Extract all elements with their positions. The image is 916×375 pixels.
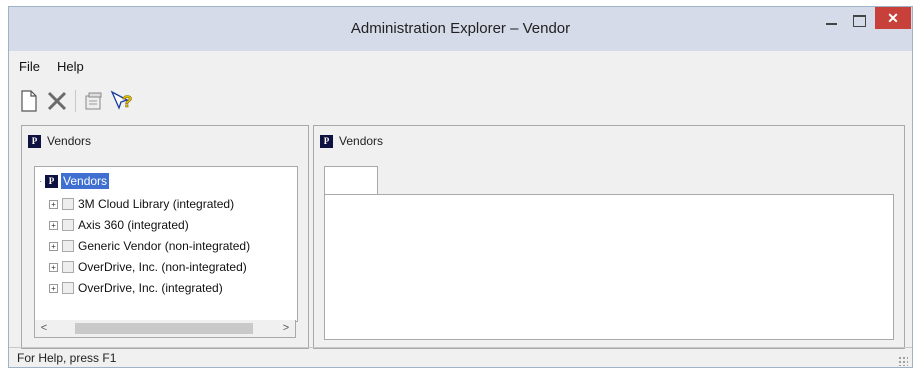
left-pane-title: Vendors — [47, 134, 92, 148]
vendor-icon — [62, 282, 74, 294]
expand-icon[interactable]: + — [49, 199, 58, 209]
svg-text:?: ? — [122, 92, 132, 111]
status-bar: For Help, press F1 — [9, 347, 912, 368]
tree-item-label: OverDrive, Inc. (non-integrated) — [78, 260, 247, 274]
tree-item[interactable]: + 3M Cloud Library (integrated) — [49, 197, 234, 211]
new-icon — [21, 90, 37, 112]
toolbar: ? — [15, 87, 136, 115]
help-pointer-icon: ? — [110, 90, 133, 111]
delete-icon — [47, 91, 67, 111]
tree-item-label: OverDrive, Inc. (integrated) — [78, 281, 223, 295]
window-title: Administration Explorer – Vendor — [350, 20, 571, 37]
right-pane-header: P Vendors — [320, 134, 383, 148]
vendor-icon — [62, 198, 74, 210]
scroll-left-icon[interactable]: < — [35, 320, 53, 337]
properties-button[interactable] — [80, 87, 108, 115]
tree-item-label: Generic Vendor (non-integrated) — [78, 239, 251, 253]
maximize-icon — [852, 15, 866, 27]
expand-icon[interactable]: + — [49, 220, 58, 230]
left-pane-header: P Vendors — [28, 134, 91, 148]
tree-item-label: 3M Cloud Library (integrated) — [78, 197, 235, 211]
help-button[interactable]: ? — [108, 87, 136, 115]
resize-grip-icon[interactable] — [898, 356, 908, 366]
new-button[interactable] — [15, 87, 43, 115]
vendor-icon — [62, 261, 74, 273]
properties-icon — [85, 92, 102, 110]
menu-file[interactable]: File — [19, 59, 40, 74]
vendors-root-icon: P — [45, 174, 58, 188]
empty-tab[interactable] — [324, 166, 378, 195]
vendors-icon: P — [28, 134, 41, 148]
right-pane: P Vendors — [313, 125, 905, 349]
toolbar-separator — [75, 90, 76, 112]
tree-root[interactable]: · P Vendors — [39, 173, 110, 189]
menu-bar: File Help — [19, 59, 84, 74]
minimize-icon — [825, 23, 837, 25]
scroll-thumb[interactable] — [75, 323, 253, 334]
expand-icon[interactable]: + — [49, 262, 58, 272]
tree-item[interactable]: + Axis 360 (integrated) — [49, 218, 189, 232]
tree-item-label: Axis 360 (integrated) — [78, 218, 189, 232]
left-pane: P Vendors · P Vendors + 3M Cloud Library… — [21, 125, 309, 349]
tree-item[interactable]: + OverDrive, Inc. (integrated) — [49, 281, 223, 295]
expand-icon[interactable]: + — [49, 241, 58, 251]
vendor-icon — [62, 240, 74, 252]
tree-root-label: Vendors — [61, 173, 110, 189]
minimize-button[interactable] — [817, 7, 845, 35]
root-line-icon: · — [39, 176, 42, 186]
expand-icon[interactable]: + — [49, 283, 58, 293]
menu-help[interactable]: Help — [57, 59, 84, 74]
admin-explorer-window: Administration Explorer – Vendor ✕ File … — [8, 6, 913, 368]
delete-button[interactable] — [43, 87, 71, 115]
horizontal-scrollbar[interactable]: < > — [34, 320, 296, 338]
status-text: For Help, press F1 — [17, 351, 117, 365]
close-button[interactable]: ✕ — [875, 7, 911, 29]
vendor-icon — [62, 219, 74, 231]
maximize-button[interactable] — [845, 7, 873, 35]
tree-item[interactable]: + Generic Vendor (non-integrated) — [49, 239, 250, 253]
scroll-right-icon[interactable]: > — [277, 320, 295, 337]
close-icon: ✕ — [887, 9, 899, 26]
title-bar[interactable]: Administration Explorer – Vendor ✕ — [9, 7, 912, 51]
tab-content — [324, 194, 894, 340]
right-pane-title: Vendors — [339, 134, 384, 148]
vendor-tree[interactable]: · P Vendors + 3M Cloud Library (integrat… — [34, 166, 298, 322]
tree-item[interactable]: + OverDrive, Inc. (non-integrated) — [49, 260, 247, 274]
vendors-icon: P — [320, 134, 333, 148]
